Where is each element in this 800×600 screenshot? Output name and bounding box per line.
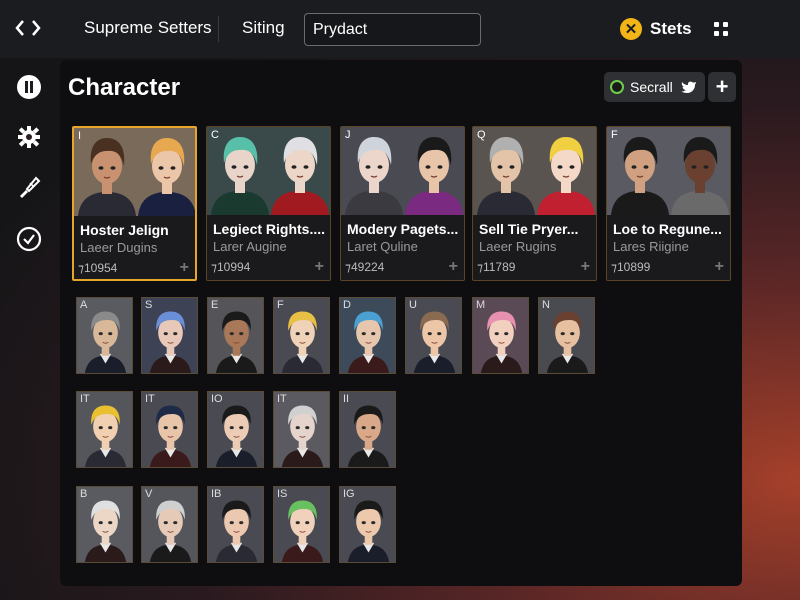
character-thumbnail[interactable]: IS bbox=[273, 486, 330, 563]
thumb-letter: IT bbox=[277, 393, 287, 405]
character-thumbnail[interactable]: V bbox=[141, 486, 198, 563]
thumb-letter: IB bbox=[211, 488, 222, 500]
character-thumbnail[interactable]: IB bbox=[207, 486, 264, 563]
character-portrait bbox=[473, 127, 596, 215]
card-count: ⁊11789 bbox=[477, 260, 516, 274]
card-title: Modery Pagets... bbox=[347, 221, 459, 237]
character-card[interactable]: J Modery Pagets... Laret Quline ⁊49224 + bbox=[340, 126, 465, 281]
character-card[interactable]: F Loe to Regune... Lares Riigine ⁊10899 … bbox=[606, 126, 731, 281]
search-input[interactable] bbox=[304, 13, 481, 46]
status-dot-icon bbox=[610, 80, 624, 94]
add-character-button[interactable]: + bbox=[708, 72, 736, 102]
character-thumbnail[interactable]: U bbox=[405, 297, 462, 374]
grid-menu-icon[interactable] bbox=[714, 22, 728, 36]
character-thumbnail[interactable]: M bbox=[472, 297, 529, 374]
code-icon[interactable] bbox=[14, 16, 44, 42]
character-thumbnail[interactable]: F bbox=[273, 297, 330, 374]
thumb-letter: A bbox=[80, 299, 88, 311]
character-card[interactable]: C Legiect Rights.... Larer Augine ⁊10994… bbox=[206, 126, 331, 281]
card-add-icon[interactable]: + bbox=[581, 258, 590, 276]
character-thumbnail[interactable]: A bbox=[76, 297, 133, 374]
code-icon-svg bbox=[15, 20, 41, 36]
character-portrait bbox=[607, 127, 730, 215]
character-thumbnail[interactable]: IO bbox=[207, 391, 264, 468]
card-add-icon[interactable]: + bbox=[180, 259, 189, 277]
x-circle-icon: ✕ bbox=[620, 18, 642, 40]
character-thumbnail[interactable]: S bbox=[141, 297, 198, 374]
card-count: ⁊49224 bbox=[345, 260, 385, 274]
thumb-letter: S bbox=[145, 299, 153, 311]
thumb-letter: D bbox=[343, 299, 351, 311]
character-thumbnail[interactable]: B bbox=[76, 486, 133, 563]
character-portrait bbox=[207, 127, 330, 215]
card-title: Hoster Jelign bbox=[80, 222, 169, 238]
character-portrait bbox=[74, 128, 195, 216]
character-thumbnail[interactable]: IG bbox=[339, 486, 396, 563]
character-panel: Character Secrall + I Hoster Jelign Laee… bbox=[60, 60, 742, 586]
thumb-letter: IO bbox=[211, 393, 223, 405]
card-letter: Q bbox=[477, 129, 486, 141]
card-subtitle: Laret Quline bbox=[347, 239, 418, 254]
thumb-letter: M bbox=[476, 299, 486, 311]
card-letter: I bbox=[78, 130, 82, 142]
card-subtitle: Lares Riigine bbox=[613, 239, 689, 254]
pause-icon[interactable] bbox=[16, 74, 42, 100]
card-add-icon[interactable]: + bbox=[449, 258, 458, 276]
thumb-letter: IG bbox=[343, 488, 355, 500]
thumb-letter: IT bbox=[145, 393, 155, 405]
tab-supreme-setters[interactable]: Supreme Setters bbox=[84, 18, 212, 38]
stats-button[interactable]: ✕ Stets bbox=[620, 16, 692, 42]
thumb-letter: IT bbox=[80, 393, 90, 405]
card-subtitle: Laeer Rugins bbox=[479, 239, 557, 254]
tab-divider bbox=[218, 16, 219, 42]
card-count: ⁊10954 bbox=[78, 261, 118, 275]
character-thumbnail[interactable]: IT bbox=[141, 391, 198, 468]
character-card[interactable]: I Hoster Jelign Laeer Dugins ⁊10954 + bbox=[72, 126, 197, 281]
thumb-letter: B bbox=[80, 488, 88, 500]
card-letter: C bbox=[211, 129, 219, 141]
card-title: Legiect Rights.... bbox=[213, 221, 326, 237]
sidebar bbox=[0, 58, 58, 600]
brush-icon[interactable] bbox=[16, 174, 42, 200]
top-bar: Supreme Setters Siting ✕ Stets bbox=[0, 0, 800, 58]
thumb-letter: U bbox=[409, 299, 417, 311]
card-title: Sell Tie Pryer... bbox=[479, 221, 579, 237]
card-count: ⁊10994 bbox=[211, 260, 251, 274]
thumb-letter: II bbox=[343, 393, 350, 405]
card-add-icon[interactable]: + bbox=[315, 258, 324, 276]
thumb-letter: IS bbox=[277, 488, 288, 500]
character-thumbnail[interactable]: E bbox=[207, 297, 264, 374]
card-letter: F bbox=[611, 129, 618, 141]
character-portrait bbox=[341, 127, 464, 215]
thumb-letter: V bbox=[145, 488, 153, 500]
card-add-icon[interactable]: + bbox=[715, 258, 724, 276]
check-circle-icon[interactable] bbox=[16, 226, 42, 252]
card-subtitle: Laeer Dugins bbox=[80, 240, 158, 255]
character-thumbnail[interactable]: IT bbox=[273, 391, 330, 468]
thumb-letter: E bbox=[211, 299, 219, 311]
thumb-letter: F bbox=[277, 299, 284, 311]
character-card[interactable]: Q Sell Tie Pryer... Laeer Rugins ⁊11789 … bbox=[472, 126, 597, 281]
card-count: ⁊10899 bbox=[611, 260, 651, 274]
tab-siting[interactable]: Siting bbox=[242, 18, 285, 38]
secrall-chip[interactable]: Secrall bbox=[604, 72, 705, 102]
thumb-letter: N bbox=[542, 299, 550, 311]
character-thumbnail[interactable]: II bbox=[339, 391, 396, 468]
character-thumbnail[interactable]: N bbox=[538, 297, 595, 374]
card-subtitle: Larer Augine bbox=[213, 239, 287, 254]
character-thumbnail[interactable]: IT bbox=[76, 391, 133, 468]
stats-label: Stets bbox=[650, 19, 692, 38]
gear-icon[interactable] bbox=[16, 124, 42, 150]
card-letter: J bbox=[345, 129, 351, 141]
character-thumbnail[interactable]: D bbox=[339, 297, 396, 374]
secrall-label: Secrall bbox=[630, 79, 673, 95]
bird-icon bbox=[681, 81, 696, 93]
card-title: Loe to Regune... bbox=[613, 221, 722, 237]
page-title: Character bbox=[68, 74, 181, 101]
